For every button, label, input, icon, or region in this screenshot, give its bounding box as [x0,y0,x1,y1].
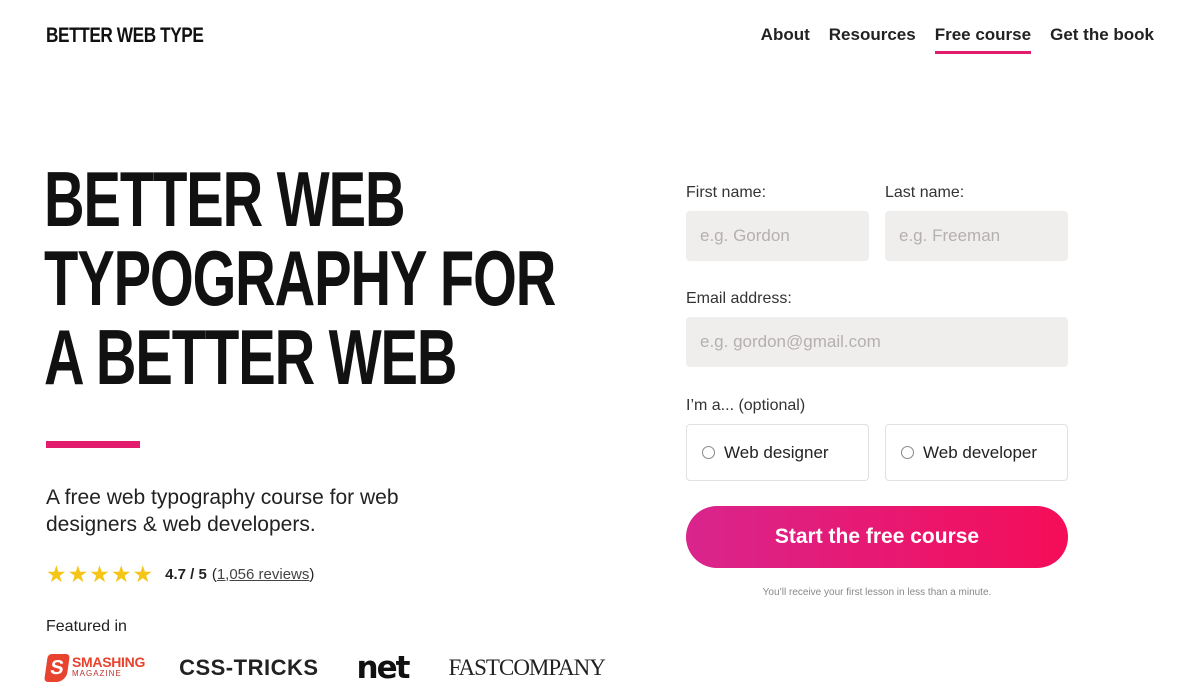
accent-divider [46,441,140,448]
net-logo: net [356,650,411,686]
role-option-label: Web designer [724,442,829,462]
smashing-magazine-logo: S SMASHING MAGAZINE [44,654,146,682]
site-logo[interactable]: BETTER WEB TYPE [46,24,204,48]
star-icon: ★ [110,561,132,587]
smashing-wordmark: SMASHING [72,654,146,670]
close-paren: ) [309,565,315,583]
featured-logos: S SMASHING MAGAZINE CSS-TRICKS net FASTC… [44,650,606,686]
role-option-web-designer[interactable]: Web designer [686,424,869,481]
radio-icon[interactable] [901,446,914,459]
headline-line: TYPOGRAPHY FOR [44,234,556,322]
fast-company-logo: FASTCOMPANY [448,655,605,680]
star-rating: ★ ★ ★ ★ ★ [46,562,153,586]
nav-resources[interactable]: Resources [829,25,916,54]
headline-line: A BETTER WEB [44,313,457,401]
nav-get-the-book[interactable]: Get the book [1050,25,1154,54]
nav-free-course[interactable]: Free course [934,25,1032,54]
first-name-label: First name: [686,184,767,201]
email-label: Email address: [686,290,792,307]
last-name-field[interactable]: e.g. Freeman [885,211,1068,261]
role-label: I’m a... (optional) [686,397,806,414]
rating-value: 4.7 / 5 [165,565,207,583]
form-note: You’ll receive your first lesson in less… [762,587,992,598]
nav-about[interactable]: About [761,25,810,54]
star-icon: ★ [132,561,154,587]
star-icon: ★ [67,561,89,587]
smashing-mark-icon: S [44,654,70,682]
star-icon: ★ [46,561,67,587]
email-field[interactable]: e.g. gordon@gmail.com [686,317,1068,367]
css-tricks-logo: CSS-TRICKS [179,655,319,680]
page-title: BETTER WEB TYPOGRAPHY FOR A BETTER WEB [44,155,556,401]
role-option-label: Web developer [923,442,1038,462]
tagline: A free web typography course for web des… [46,486,399,536]
smashing-subtitle: MAGAZINE [72,669,122,678]
star-icon: ★ [89,561,110,587]
main-nav: About Resources Free course Get the book [761,25,1154,54]
featured-label: Featured in [46,618,127,635]
last-name-label: Last name: [885,184,965,201]
start-course-button[interactable]: Start the free course [686,506,1068,568]
headline-line: BETTER WEB [44,155,406,243]
first-name-field[interactable]: e.g. Gordon [686,211,869,261]
role-option-web-developer[interactable]: Web developer [885,424,1068,481]
reviews-link[interactable]: 1,056 reviews [217,566,310,583]
radio-icon[interactable] [702,446,715,459]
signup-form: First name: e.g. Gordon Last name: e.g. … [686,184,1068,598]
rating: ★ ★ ★ ★ ★ 4.7 / 5 (1,056 reviews) [46,562,314,586]
